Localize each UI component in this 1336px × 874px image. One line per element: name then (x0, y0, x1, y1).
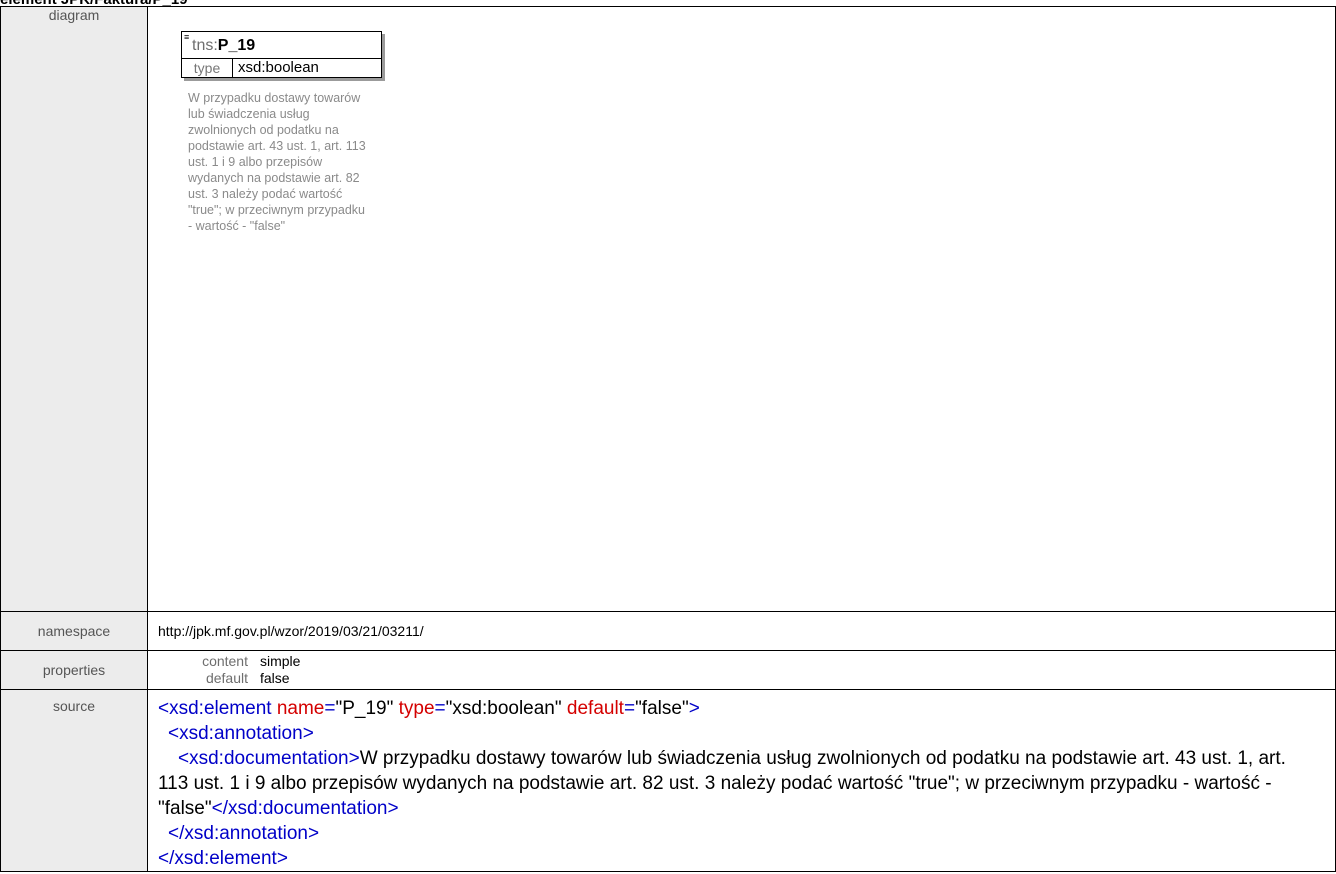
properties-row: properties content simple default false (0, 650, 1336, 690)
property-key: default (205, 670, 248, 686)
documentation-note: W przypadku dostawy towarów lub świadcze… (188, 91, 366, 233)
namespace-label: namespace (0, 611, 148, 651)
property-key: content (202, 653, 248, 669)
element-prefix: tns: (192, 37, 218, 54)
source-label: source (0, 689, 148, 872)
diagram-row: diagram ≡ tns:P_19 type xsd:boolean W pr… (0, 6, 1336, 612)
property-value: false (260, 670, 290, 686)
source-row: source <xsd:element name="P_19" type="xs… (0, 689, 1336, 872)
properties-label: properties (0, 650, 148, 690)
element-box: ≡ tns:P_19 type xsd:boolean (181, 31, 382, 78)
element-name: P_19 (217, 37, 256, 54)
namespace-row: namespace http://jpk.mf.gov.pl/wzor/2019… (0, 611, 1336, 651)
source-code: <xsd:element name="P_19" type="xsd:boole… (158, 698, 1286, 869)
namespace-value: http://jpk.mf.gov.pl/wzor/2019/03/21/032… (158, 623, 424, 639)
diagram-label: diagram (0, 6, 148, 612)
type-label: type (182, 59, 233, 77)
element-properties-table: diagram ≡ tns:P_19 type xsd:boolean W pr… (0, 6, 1336, 872)
type-value: xsd:boolean (238, 59, 319, 76)
property-value: simple (260, 653, 301, 669)
diagram-cell: ≡ tns:P_19 type xsd:boolean W przypadku … (147, 6, 1336, 612)
element-content-icon: ≡ (184, 32, 190, 42)
